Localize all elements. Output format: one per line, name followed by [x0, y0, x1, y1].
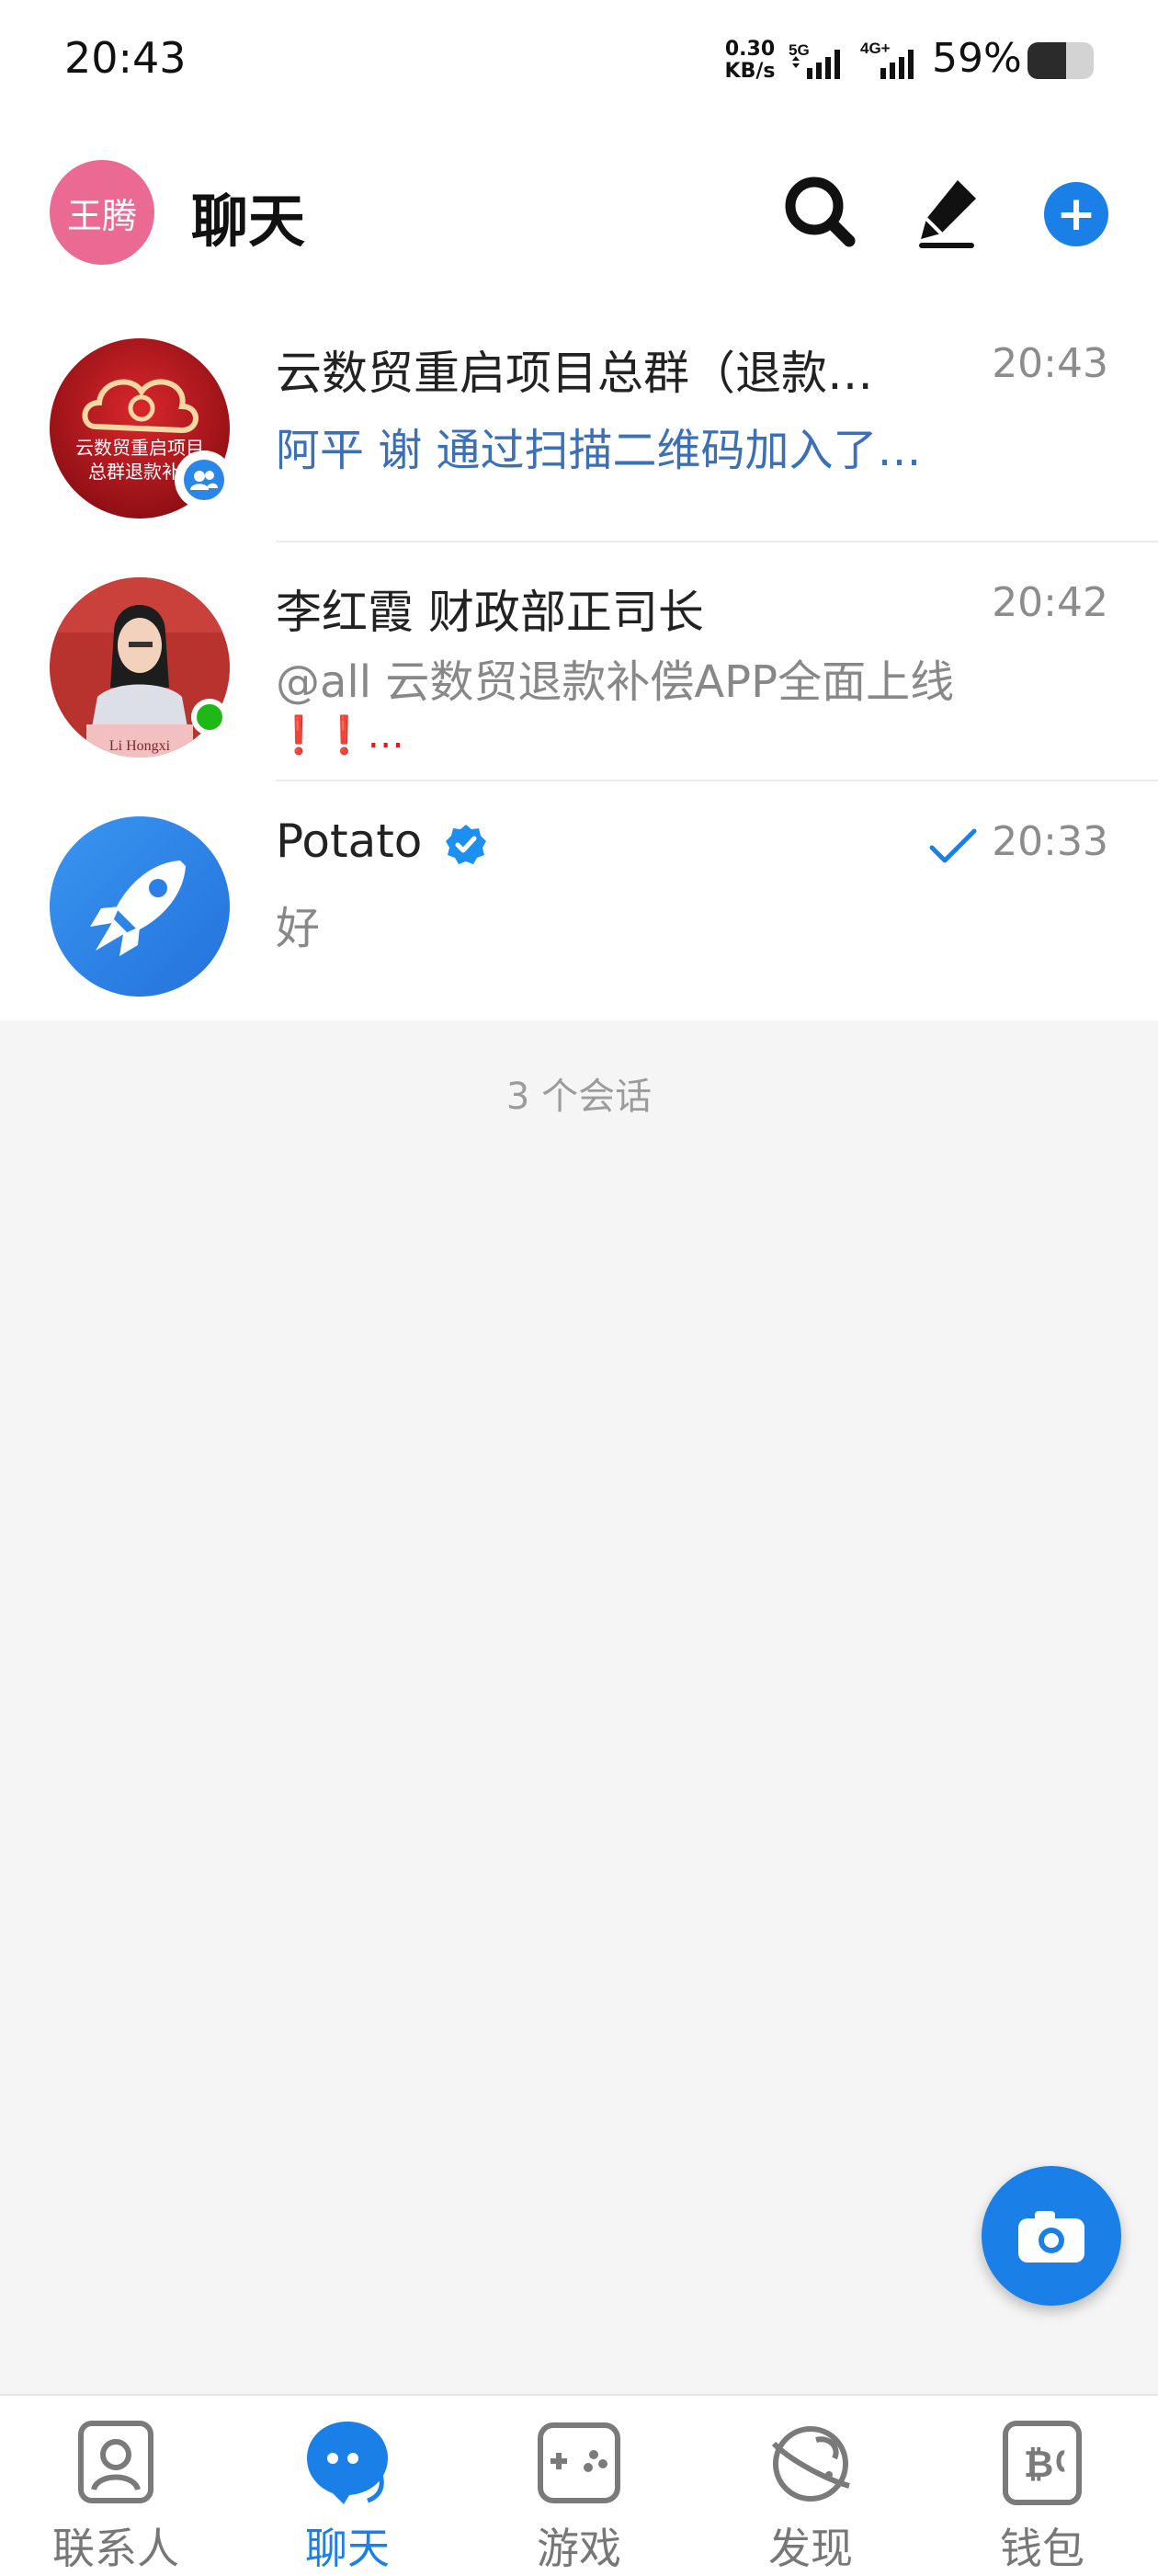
chat-time: 20:33	[992, 818, 1108, 865]
chat-preview-line2: ❗❗…	[276, 714, 404, 757]
search-icon	[785, 177, 856, 247]
tab-label: 联系人	[52, 2524, 179, 2573]
tab-label: 游戏	[537, 2524, 621, 2573]
compose-button[interactable]	[904, 165, 996, 257]
chat-time: 20:42	[992, 579, 1108, 626]
svg-text:₿: ₿	[1024, 2444, 1054, 2486]
bottom-tab-bar: 联系人 聊天 游戏 发现 ₿ 钱包	[0, 2394, 1158, 2576]
signal-4g-label: 4G+	[860, 40, 891, 57]
chat-list-item[interactable]: Li Hongxi 李红霞 财政部正司长 20:42 @all 云数贸退款补偿A…	[0, 542, 1158, 781]
contacts-icon	[78, 2421, 153, 2503]
camera-button[interactable]	[982, 2166, 1121, 2306]
chat-name: Potato	[276, 815, 488, 868]
tab-label: 钱包	[1000, 2524, 1084, 2573]
verified-icon	[446, 824, 487, 864]
search-button[interactable]	[774, 165, 866, 257]
signal-5g-icon: 5G	[789, 41, 840, 79]
discover-icon	[771, 2426, 850, 2502]
rocket-icon	[50, 816, 230, 997]
chat-name: 李红霞 财政部正司长	[276, 586, 704, 639]
status-bar: 20:43 0.30 KB/s 5G 4G+ 59%	[0, 0, 1158, 125]
chat-preview: 好	[276, 903, 321, 954]
bot-avatar	[50, 816, 230, 997]
tab-games[interactable]: 游戏	[463, 2396, 695, 2576]
chat-name: 云数贸重启项目总群（退款…	[276, 347, 873, 400]
online-status-indicator	[191, 699, 228, 735]
battery-level-fill	[1027, 42, 1067, 79]
chat-time: 20:43	[992, 340, 1108, 387]
tab-label: 发现	[768, 2524, 853, 2573]
camera-icon	[1018, 2211, 1084, 2263]
chat-list-item[interactable]: 云数贸重启项目 总群退款补 云数贸重启项目总群（退款… 20:43 阿平 谢 通…	[0, 303, 1158, 542]
user-avatar[interactable]: 王腾	[50, 160, 154, 265]
conversation-count: 3 个会话	[505, 1076, 653, 1118]
chat-preview: @all 云数贸退款补偿APP全面上线 ❗❗…	[276, 645, 954, 757]
group-avatar-text-line1: 云数贸重启项目	[75, 437, 204, 459]
tab-contacts[interactable]: 联系人	[0, 2396, 232, 2576]
tab-wallet[interactable]: ₿ 钱包	[926, 2396, 1158, 2576]
app-header: 王腾 聊天 +	[0, 147, 1158, 276]
new-chat-plus-button[interactable]: +	[1044, 182, 1108, 246]
tab-discover[interactable]: 发现	[695, 2396, 926, 2576]
group-avatar-text-line2: 总群退款补	[88, 461, 180, 483]
plus-icon: +	[1056, 187, 1096, 242]
chat-preview: 阿平 谢 通过扫描二维码加入了…	[276, 425, 922, 476]
chat-name-text: Potato	[276, 815, 423, 868]
network-speed: 0.30 KB/s	[722, 39, 778, 83]
chat-list-item[interactable]: Potato 20:33 好	[0, 781, 1158, 1020]
battery-icon	[1027, 42, 1094, 79]
chat-preview-line1: @all 云数贸退款补偿APP全面上线	[276, 656, 955, 708]
tab-label: 聊天	[305, 2524, 390, 2573]
status-time: 20:43	[64, 33, 187, 83]
group-badge	[175, 450, 233, 509]
chat-icon	[307, 2422, 388, 2504]
contact-avatar-caption: Li Hongxi	[109, 738, 171, 754]
network-speed-unit: KB/s	[724, 60, 776, 83]
page-title: 聊天	[191, 188, 306, 255]
signal-4g-icon: 4G+	[860, 40, 914, 79]
network-speed-value: 0.30	[724, 38, 776, 61]
gamepad-icon	[538, 2422, 620, 2503]
signal-5g-label: 5G	[789, 41, 810, 59]
read-check-icon	[929, 828, 977, 863]
battery-percent: 59%	[932, 35, 1022, 82]
wallet-icon: ₿	[1003, 2421, 1082, 2505]
group-icon	[184, 460, 224, 500]
tab-chat[interactable]: 聊天	[232, 2396, 463, 2576]
compose-icon	[919, 180, 976, 248]
